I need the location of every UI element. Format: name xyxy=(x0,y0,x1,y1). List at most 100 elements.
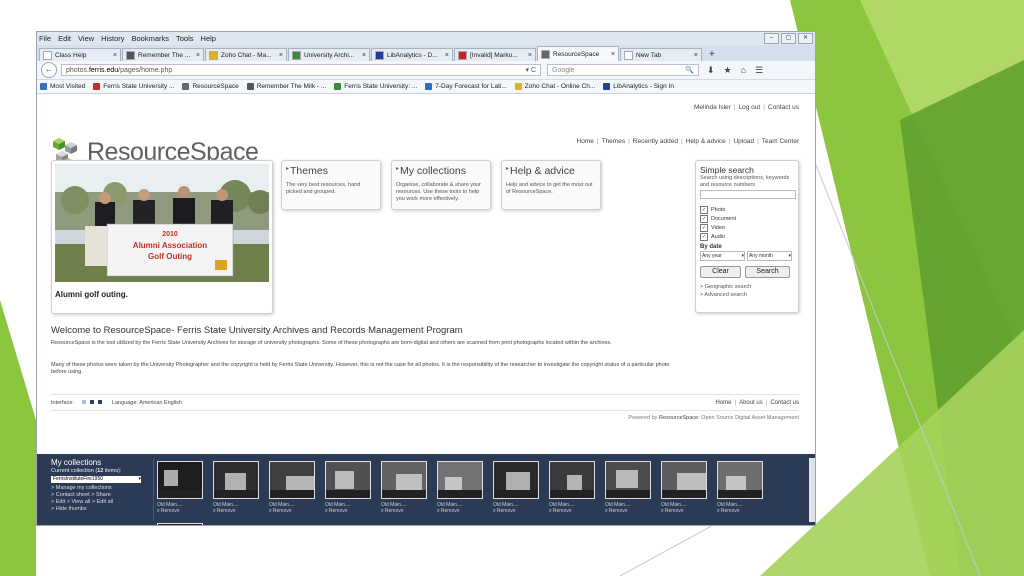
collection-thumbnail[interactable]: Old Main....x Remove xyxy=(661,461,707,514)
contact-link[interactable]: Contact us xyxy=(768,104,799,111)
download-icon[interactable]: ⬇ xyxy=(707,65,715,76)
bookmark-item[interactable]: Ferris State University: ... xyxy=(334,83,417,90)
remove-link[interactable]: x Remove xyxy=(157,508,203,514)
theme-swatch[interactable] xyxy=(81,400,86,404)
advanced-search-link[interactable]: > Advanced search xyxy=(700,292,794,298)
collection-thumbnail[interactable]: Old Main....x Remove xyxy=(437,461,483,514)
collection-thumbnail[interactable]: Old Main....x Remove xyxy=(213,461,259,514)
contact-sheet-share-links[interactable]: > Contact sheet > Share xyxy=(51,492,151,499)
browser-tab[interactable]: [Invalid] Marku... × xyxy=(454,48,536,61)
menu-icon[interactable]: ☰ xyxy=(755,65,763,76)
clear-button[interactable]: Clear xyxy=(700,266,742,278)
footer-contact-link[interactable]: Contact us xyxy=(770,400,799,406)
close-window-button[interactable]: ✕ xyxy=(798,33,813,44)
menu-help[interactable]: Help xyxy=(201,34,216,43)
menu-file[interactable]: File xyxy=(39,34,51,43)
logout-link[interactable]: Log out xyxy=(739,104,761,111)
checkbox-document[interactable]: ✓ Document xyxy=(700,214,794,223)
thumbnail-image[interactable] xyxy=(157,523,203,525)
month-select[interactable]: Any month ▾ xyxy=(747,251,792,261)
my-collections-panel[interactable]: ▸My collections Organise, collaborate & … xyxy=(391,160,491,210)
remove-link[interactable]: x Remove xyxy=(605,508,651,514)
remove-link[interactable]: x Remove xyxy=(493,508,539,514)
checkbox-video[interactable]: ✓ Video xyxy=(700,223,794,232)
theme-swatch[interactable] xyxy=(97,400,102,404)
back-button[interactable]: ← xyxy=(41,62,57,78)
footer-about-link[interactable]: About us xyxy=(739,400,763,406)
nav-recently-added[interactable]: Recently added xyxy=(633,138,678,145)
bookmark-item[interactable]: Ferris State University ... xyxy=(93,83,174,90)
tab-close-icon[interactable]: × xyxy=(196,52,200,59)
remove-link[interactable]: x Remove xyxy=(549,508,595,514)
collection-thumbnail[interactable]: Old Main....x Remove xyxy=(269,461,315,514)
menu-history[interactable]: History xyxy=(101,34,124,43)
browser-tab[interactable]: University Archi... × xyxy=(288,48,370,61)
remove-link[interactable]: x Remove xyxy=(325,508,371,514)
bookmark-star-icon[interactable]: ★ xyxy=(724,65,732,76)
nav-home[interactable]: Home xyxy=(577,138,594,145)
tab-close-icon[interactable]: × xyxy=(694,52,698,59)
thumbnail-image[interactable] xyxy=(213,461,259,499)
powered-brand[interactable]: ResourceSpace xyxy=(659,415,698,421)
featured-photo[interactable]: 2010 Alumni Association Golf Outing xyxy=(55,164,269,282)
checkbox-audio[interactable]: ✓ Audio xyxy=(700,232,794,241)
browser-tab[interactable]: New Tab × xyxy=(620,48,702,61)
thumbnail-image[interactable] xyxy=(325,461,371,499)
menu-view[interactable]: View xyxy=(78,34,94,43)
geographic-search-link[interactable]: > Geographic search xyxy=(700,284,794,290)
thumbnail-image[interactable] xyxy=(717,461,763,499)
collection-thumbnail[interactable]: Old Main....x Remove xyxy=(717,461,763,514)
browser-tab[interactable]: LibAnalytics - D... × xyxy=(371,48,453,61)
tab-close-icon[interactable]: × xyxy=(528,52,532,59)
bookmark-item[interactable]: Zoho Chat - Online Ch... xyxy=(514,83,595,90)
reload-icon[interactable]: ▾ C xyxy=(525,65,536,75)
new-tab-button[interactable]: + xyxy=(703,48,721,61)
bookmark-item[interactable]: ResourceSpace xyxy=(182,83,239,90)
bookmark-item[interactable]: Remember The Milk - ... xyxy=(246,83,326,90)
bookmark-item[interactable]: Most Visited xyxy=(40,83,85,90)
menu-tools[interactable]: Tools xyxy=(176,34,194,43)
thumbnail-image[interactable] xyxy=(381,461,427,499)
home-icon[interactable]: ⌂ xyxy=(741,65,746,76)
search-icon[interactable]: 🔍 xyxy=(685,65,694,75)
tab-close-icon[interactable]: × xyxy=(362,52,366,59)
collection-thumbnail[interactable]: Old Main....x Remove xyxy=(549,461,595,514)
thumbnail-image[interactable] xyxy=(661,461,707,499)
search-button[interactable]: Search xyxy=(745,266,790,278)
menu-edit[interactable]: Edit xyxy=(58,34,71,43)
browser-tab[interactable]: Remember The ... × xyxy=(122,48,204,61)
thumbnail-image[interactable] xyxy=(549,461,595,499)
tab-close-icon[interactable]: × xyxy=(445,52,449,59)
nav-team-center[interactable]: Team Center xyxy=(762,138,799,145)
edit-view-links[interactable]: > Edit > View all > Edit all xyxy=(51,499,151,506)
footer-home-link[interactable]: Home xyxy=(715,400,731,406)
collection-thumbnail[interactable]: Old Main....x Remove xyxy=(381,461,427,514)
url-bar[interactable]: photos.ferris.edu/pages/home.php ▾ C xyxy=(61,64,541,76)
themes-panel[interactable]: ▸Themes The very best resources, hand pi… xyxy=(281,160,381,210)
browser-tab[interactable]: Class Help × xyxy=(39,48,121,61)
nav-help-advice[interactable]: Help & advice xyxy=(686,138,726,145)
tab-close-icon[interactable]: × xyxy=(611,51,615,58)
nav-upload[interactable]: Upload xyxy=(733,138,754,145)
theme-swatch[interactable] xyxy=(89,400,94,404)
collection-thumbnail[interactable]: Old Main....x Remove xyxy=(493,461,539,514)
hide-thumbs-link[interactable]: > Hide thumbs xyxy=(51,506,151,513)
thumbnail-image[interactable] xyxy=(605,461,651,499)
remove-link[interactable]: x Remove xyxy=(269,508,315,514)
nav-themes[interactable]: Themes xyxy=(602,138,625,145)
collection-thumbnail[interactable]: Old Main....x Remove xyxy=(157,461,203,514)
tab-close-icon[interactable]: × xyxy=(113,52,117,59)
remove-link[interactable]: x Remove xyxy=(213,508,259,514)
search-bar[interactable]: Google 🔍 xyxy=(547,64,699,76)
remove-link[interactable]: x Remove xyxy=(661,508,707,514)
browser-tab[interactable]: ResourceSpace × xyxy=(537,46,619,61)
bookmark-item[interactable]: LibAnalytics - Sign In xyxy=(603,83,674,90)
bookmark-item[interactable]: 7-Day Forecast for Lati... xyxy=(425,83,507,90)
tab-close-icon[interactable]: × xyxy=(279,52,283,59)
manage-collections-link[interactable]: > Manage my collections xyxy=(51,485,151,492)
year-select[interactable]: Any year ▾ xyxy=(700,251,745,261)
remove-link[interactable]: x Remove xyxy=(381,508,427,514)
collection-scrollbar[interactable] xyxy=(809,458,815,522)
thumbnail-image[interactable] xyxy=(437,461,483,499)
user-name-link[interactable]: Melinda Isler xyxy=(694,104,731,111)
